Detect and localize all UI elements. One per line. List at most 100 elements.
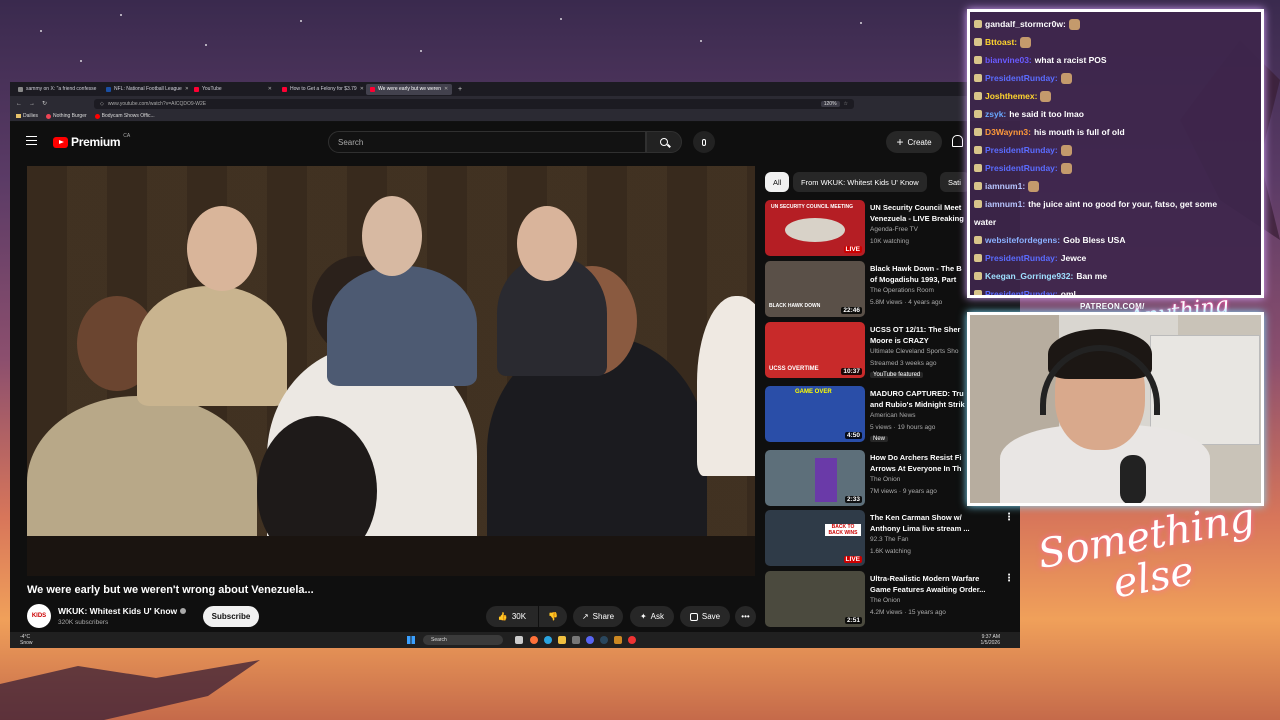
browser-tab[interactable]: NFL: National Football League ✕ (102, 84, 188, 95)
chat-badge-icon (974, 74, 982, 82)
recommended-channel[interactable]: American News (870, 412, 916, 419)
chat-message: zsyk: he said it too lmao (974, 105, 1257, 123)
recommended-title[interactable]: Ultra-Realistic Modern Warfare Game Feat… (870, 573, 1020, 595)
tab-favicon-icon (282, 86, 287, 92)
chat-username: iamnum1: (985, 199, 1026, 209)
video-figure (327, 266, 477, 386)
notifications-bell-icon[interactable] (952, 135, 963, 147)
chat-text: oml (1060, 289, 1076, 298)
recommended-video[interactable]: BACK TO BACK WINS LIVE The Ken Carman Sho… (765, 510, 1020, 566)
address-bar[interactable]: ◇ www.youtube.com/watch?v=AICQDO9-W2E 12… (94, 98, 855, 109)
voice-search-button[interactable] (693, 131, 715, 153)
create-button[interactable]: + Create (886, 131, 942, 153)
tab-favicon-icon (18, 86, 23, 92)
taskbar-search[interactable]: Search (423, 635, 503, 645)
chat-text: Jewce (1060, 253, 1087, 263)
video-player[interactable] (27, 166, 755, 576)
channel-name[interactable]: WKUK: Whitest Kids U' Know (58, 606, 187, 616)
subscribe-button[interactable]: Subscribe (203, 606, 259, 627)
zoom-level[interactable]: 120% (820, 100, 840, 107)
save-button[interactable]: Save (680, 606, 730, 627)
video-thumbnail[interactable]: GAME OVER 4:50 (765, 386, 865, 442)
tab-close-icon[interactable]: ✕ (268, 86, 272, 92)
chat-message: PresidentRunday: (974, 69, 1257, 87)
recommended-channel[interactable]: The Operations Room (870, 287, 934, 294)
chat-emote-icon (1028, 180, 1040, 192)
edge-icon[interactable] (544, 636, 552, 644)
file-explorer-icon[interactable] (558, 636, 566, 644)
chip-all[interactable]: All (765, 172, 790, 192)
system-clock[interactable]: 9:37 AM 1/5/2026 (981, 634, 1000, 646)
chat-message: gandalf_stormcr0w: (974, 15, 1257, 33)
video-thumbnail[interactable]: UCSS OVERTIME 10:37 (765, 322, 865, 378)
video-thumbnail[interactable]: 2:33 (765, 450, 865, 506)
bookmark-item[interactable]: Bodycam Shows Offic... (94, 113, 155, 119)
chat-username: PresidentRunday: (985, 289, 1058, 298)
chat-emote-icon (1060, 162, 1072, 174)
video-thumbnail[interactable]: BLACK HAWK DOWN 22:46 (765, 261, 865, 317)
dislike-button[interactable]: 👎 (539, 606, 567, 627)
plus-icon: + (896, 135, 904, 149)
share-button[interactable]: ↗ Share (573, 606, 623, 627)
video-thumbnail[interactable]: BACK TO BACK WINS LIVE (765, 510, 865, 566)
featured-badge: YouTube featured (870, 372, 924, 378)
chat-badge-icon (974, 92, 982, 100)
tab-close-icon[interactable]: ✕ (99, 86, 100, 92)
chip-satire[interactable]: Sati (940, 172, 970, 192)
more-vertical-icon[interactable]: ⋮ (1004, 512, 1014, 523)
like-button[interactable]: 👍 30K (486, 606, 538, 627)
bookmark-item[interactable]: Dailies (16, 113, 38, 119)
tab-close-icon[interactable]: ✕ (444, 86, 448, 92)
chat-app-icon[interactable] (572, 636, 580, 644)
ask-button[interactable]: ✦ Ask (630, 606, 674, 627)
video-thumbnail[interactable]: 2:51 (765, 571, 865, 627)
tab-favicon-icon (106, 86, 111, 92)
chat-message: Keegan_Gorringe932: Ban me (974, 267, 1257, 285)
recommended-channel[interactable]: 92.3 The Fan (870, 536, 909, 543)
thumbs-down-icon: 👎 (548, 612, 558, 621)
share-icon: ↗ (581, 612, 589, 621)
browser-tab-active[interactable]: We were early but we weren ✕ (366, 83, 452, 95)
recommended-channel[interactable]: The Onion (870, 476, 900, 483)
thumbnail-image (815, 458, 837, 502)
recommended-title[interactable]: The Ken Carman Show w/ Anthony Lima live… (870, 512, 1020, 534)
firefox-icon[interactable] (530, 636, 538, 644)
video-thumbnail[interactable]: UN SECURITY COUNCIL MEETING LIVE (765, 200, 865, 256)
recommended-meta: 7M views · 9 years ago (870, 488, 937, 495)
channel-avatar[interactable]: KIDS (27, 604, 51, 628)
reload-icon[interactable]: ↻ (42, 100, 47, 107)
recommended-channel[interactable]: The Onion (870, 597, 900, 604)
chip-from-channel[interactable]: From WKUK: Whitest Kids U' Know (793, 172, 927, 192)
search-input[interactable]: Search (328, 131, 646, 153)
more-vertical-icon[interactable]: ⋮ (1004, 573, 1014, 584)
weather-widget[interactable]: -4°C Snow (20, 634, 33, 646)
browser-tab[interactable]: sammy on X: "a friend confesse✕ (14, 84, 100, 95)
chrome-icon[interactable] (628, 636, 636, 644)
chat-emote-icon (1068, 18, 1080, 30)
more-actions-button[interactable]: ••• (735, 606, 756, 627)
windows-start-icon[interactable] (407, 636, 415, 644)
chat-message: PresidentRunday: (974, 141, 1257, 159)
browser-tab[interactable]: YouTube ✕ (190, 84, 276, 95)
recommended-channel[interactable]: Ultimate Cleveland Sports Sho (870, 348, 959, 355)
youtube-premium-logo[interactable]: Premium CA (53, 133, 130, 149)
search-button[interactable] (646, 131, 682, 153)
new-tab-icon[interactable]: + (454, 86, 466, 93)
recommended-channel[interactable]: Agenda-Free TV (870, 226, 918, 233)
menu-icon[interactable] (26, 136, 37, 145)
recommended-video[interactable]: 2:51 Ultra-Realistic Modern Warfare Game… (765, 571, 1020, 627)
bookmark-item[interactable]: Nothing Burger (46, 113, 87, 119)
steam-icon[interactable] (600, 636, 608, 644)
chat-username: PresidentRunday: (985, 73, 1058, 83)
back-icon[interactable]: ← (16, 101, 22, 107)
task-view-icon[interactable] (515, 636, 523, 644)
browser-tab[interactable]: How to Get a Felony for $3.79 ✕ (278, 84, 364, 95)
tab-close-icon[interactable]: ✕ (185, 86, 188, 92)
discord-icon[interactable] (586, 636, 594, 644)
tab-close-icon[interactable]: ✕ (360, 86, 364, 92)
video-duration: 22:46 (841, 307, 862, 314)
bookmark-star-icon[interactable]: ☆ (844, 101, 848, 107)
forward-icon[interactable]: → (29, 101, 35, 107)
browser-window: sammy on X: "a friend confesse✕ NFL: Nat… (10, 82, 1020, 648)
app-icon[interactable] (614, 636, 622, 644)
